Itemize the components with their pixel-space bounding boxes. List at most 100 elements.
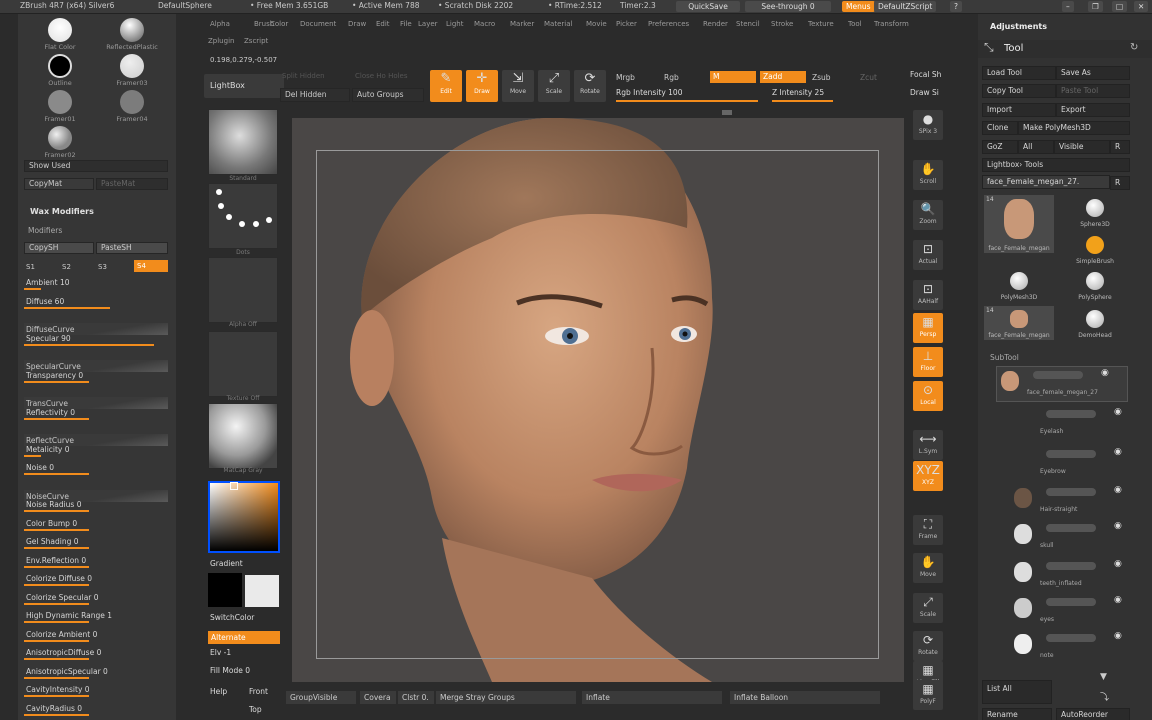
subtool-toggles[interactable] [1046, 634, 1096, 642]
dots-stroke-thumb[interactable] [208, 183, 278, 249]
alpha-thumb[interactable] [208, 257, 278, 323]
visibility-eye-icon[interactable]: ◉ [1114, 447, 1122, 457]
paste-tool-button[interactable]: Paste Tool [1056, 84, 1130, 98]
rgb-intensity-slider[interactable]: Rgb Intensity 100 [616, 88, 758, 104]
tool-header[interactable]: ⤡ Tool ↻ [978, 40, 1152, 58]
menu-item-picker[interactable]: Picker [616, 20, 637, 28]
s3-button[interactable]: S3 [98, 263, 107, 271]
menu-item-macro[interactable]: Macro [474, 20, 495, 28]
scale-button[interactable]: ⤢ Scale [538, 70, 570, 102]
colorize-ambient-slider[interactable]: Colorize Ambient 0 [24, 628, 168, 645]
focal-shift-slider[interactable]: Focal Sh [910, 70, 941, 79]
inflate-slider[interactable]: Inflate [582, 691, 722, 704]
subtool-toggles[interactable] [1033, 371, 1083, 379]
menu-item-document[interactable]: Document [300, 20, 336, 28]
reflectivity-slider[interactable]: Reflectivity 0 [24, 406, 168, 423]
gradient-button[interactable]: Gradient [210, 559, 243, 568]
specular-slider[interactable]: Specular 90 [24, 332, 168, 349]
menu-item-layer[interactable]: Layer [418, 20, 438, 28]
noise-slider[interactable]: Noise 0 [24, 461, 168, 478]
menu-item-tool[interactable]: Tool [848, 20, 862, 28]
z-intensity-slider[interactable]: Z Intensity 25 [772, 88, 840, 104]
subtool-toggles[interactable] [1046, 450, 1096, 458]
mrgb-button[interactable]: Mrgb [616, 73, 635, 82]
draw-size-slider[interactable]: Draw Si [910, 88, 939, 97]
colorize-specular-slider[interactable]: Colorize Specular 0 [24, 591, 168, 608]
lightbox-tools-button[interactable]: Lightbox› Tools [982, 158, 1130, 172]
subtool-toggles[interactable] [1046, 562, 1096, 570]
metalicity-slider[interactable]: Metalicity 0 [24, 443, 168, 460]
right-tool-scale[interactable]: ⤢ Scale [913, 593, 943, 623]
rename-button[interactable]: Rename [982, 708, 1052, 720]
noise-radius-slider[interactable]: Noise Radius 0 [24, 498, 168, 515]
rgb-button[interactable]: Rgb [664, 73, 679, 82]
subtool-toggles[interactable] [1046, 410, 1096, 418]
m-button[interactable]: M [710, 71, 756, 83]
tool-thumb[interactable]: SimpleBrush [1060, 232, 1130, 266]
menu-item-alpha[interactable]: Alpha [210, 20, 230, 28]
split-hidden-button[interactable]: Split Hidden [282, 72, 344, 80]
menu-item-light[interactable]: Light [446, 20, 463, 28]
tool-thumb[interactable]: PolySphere [1060, 268, 1130, 302]
subtool-header[interactable]: SubTool [990, 353, 1019, 362]
minimize-icon[interactable]: – [1062, 1, 1074, 12]
list-all-button[interactable]: List All [982, 680, 1052, 704]
subtool-row[interactable]: ◉ skull [1010, 520, 1130, 556]
import-button[interactable]: Import [982, 103, 1056, 117]
s4-button[interactable]: S4 [134, 260, 168, 272]
right-tool-actual[interactable]: ⊡ Actual [913, 240, 943, 270]
right-tool-frame[interactable]: ⛶ Frame [913, 515, 943, 545]
move-down-arrow-icon[interactable]: ▼ [1100, 672, 1107, 682]
cavityradius-slider[interactable]: CavityRadius 0 [24, 702, 168, 719]
elv-slider[interactable]: Elv -1 [210, 648, 231, 657]
menu-item-marker[interactable]: Marker [510, 20, 534, 28]
close-holes-button[interactable]: Close Ho Holes [355, 72, 425, 80]
colorize-diffuse-slider[interactable]: Colorize Diffuse 0 [24, 572, 168, 589]
show-used-button[interactable]: Show Used [24, 160, 168, 172]
menu-item-zscript[interactable]: Zscript [244, 37, 268, 45]
maximize-icon[interactable]: □ [1112, 1, 1128, 12]
right-tool-local[interactable]: ⊙ Local [913, 381, 943, 411]
right-tool-spix-3[interactable]: ● SPix 3 [913, 110, 943, 140]
close-icon[interactable]: ✕ [1134, 1, 1149, 12]
high-dynamic-range-slider[interactable]: High Dynamic Range 1 [24, 609, 168, 626]
copysh-button[interactable]: CopySH [24, 242, 94, 254]
menu-item-edit[interactable]: Edit [376, 20, 390, 28]
cavityintensity-slider[interactable]: CavityIntensity 0 [24, 683, 168, 700]
pastemat-button[interactable]: PasteMat [96, 178, 168, 190]
s1-button[interactable]: S1 [26, 263, 35, 271]
menu-item-movie[interactable]: Movie [586, 20, 607, 28]
rotate-button[interactable]: ⟳ Rotate [574, 70, 606, 102]
visible-button[interactable]: Visible [1054, 140, 1110, 154]
subtool-row[interactable]: ◉ Eyelash [1010, 406, 1130, 442]
auto-groups-button[interactable]: Auto Groups [352, 88, 424, 102]
subtool-toggles[interactable] [1046, 488, 1096, 496]
secondary-color-swatch[interactable] [245, 575, 279, 607]
right-tool-persp[interactable]: ▦ Persp [913, 313, 943, 343]
tool-pin-icon[interactable]: ⤡ [984, 40, 994, 55]
menu-item-texture[interactable]: Texture [808, 20, 834, 28]
visibility-eye-icon[interactable]: ◉ [1114, 595, 1122, 605]
right-tool-xyz[interactable]: XYZ XYZ [913, 461, 943, 491]
right-tool-rotate[interactable]: ⟳ Rotate [913, 631, 943, 661]
tool-thumb[interactable]: 14 face_Female_megan [984, 195, 1054, 253]
right-tool-aahalf[interactable]: ⊡ AAHalf [913, 280, 943, 310]
menu-item-stroke[interactable]: Stroke [771, 20, 793, 28]
subtool-toggles[interactable] [1046, 598, 1096, 606]
fill-mode-slider[interactable]: Fill Mode 0 [210, 666, 250, 675]
zsub-button[interactable]: Zsub [812, 73, 831, 82]
lightbox-button[interactable]: LightBox [204, 74, 284, 98]
current-tool-r-button[interactable]: R [1110, 176, 1130, 190]
move-button[interactable]: ⇲ Move [502, 70, 534, 102]
restore-icon[interactable]: ❐ [1088, 1, 1103, 12]
copy-tool-button[interactable]: Copy Tool [982, 84, 1056, 98]
material-swatch[interactable] [120, 90, 144, 114]
color-picker-cursor[interactable] [230, 482, 238, 490]
save-as-button[interactable]: Save As [1056, 66, 1130, 80]
alternate-button[interactable]: Alternate [208, 631, 280, 644]
edit-button[interactable]: ✎ Edit [430, 70, 462, 102]
material-swatch[interactable] [120, 18, 144, 42]
color-picker[interactable] [208, 481, 280, 553]
visibility-eye-icon[interactable]: ◉ [1114, 559, 1122, 569]
make-polymesh-button[interactable]: Make PolyMesh3D [1018, 121, 1130, 135]
